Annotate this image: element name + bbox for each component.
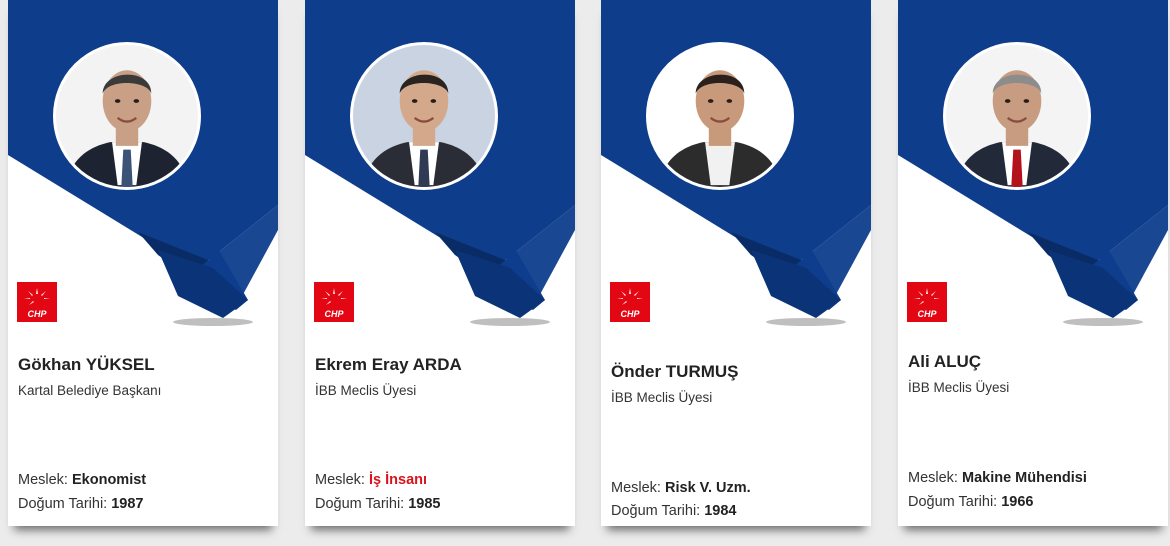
birth-label: Doğum Tarihi:	[908, 494, 998, 510]
profession-label: Meslek:	[18, 472, 68, 488]
party-logo: CHP	[610, 282, 650, 322]
birth-year: 1966	[1001, 494, 1034, 510]
party-logo: CHP	[314, 282, 354, 322]
profession-value: Makine Mühendisi	[962, 470, 1087, 486]
candidate-name: Ekrem Eray ARDA	[315, 355, 462, 374]
birth-label: Doğum Tarihi:	[18, 496, 108, 512]
profession-value: İş İnsanı	[369, 472, 428, 488]
profession-label: Meslek:	[908, 470, 958, 486]
party-logo: CHP	[17, 282, 57, 322]
profession-line: Meslek: Ekonomist	[18, 472, 146, 488]
birth-line: Doğum Tarihi: 1985	[315, 496, 441, 512]
profession-value: Ekonomist	[72, 472, 147, 488]
birth-label: Doğum Tarihi:	[611, 503, 701, 519]
candidate-card: CHP Gökhan YÜKSEL Kartal Belediye Başkan…	[8, 0, 278, 526]
candidate-photo	[53, 42, 201, 190]
birth-line: Doğum Tarihi: 1984	[611, 503, 737, 519]
logo-text: CHP	[324, 309, 344, 319]
candidate-card: CHP Ekrem Eray ARDA İBB Meclis Üyesi Mes…	[305, 0, 575, 526]
profession-line: Meslek: Risk V. Uzm.	[611, 480, 751, 496]
birth-line: Doğum Tarihi: 1966	[908, 494, 1034, 510]
logo-text: CHP	[620, 309, 640, 319]
candidate-card: CHP Ali ALUÇ İBB Meclis Üyesi Meslek: Ma…	[898, 0, 1168, 526]
profession-line: Meslek: Makine Mühendisi	[908, 470, 1087, 486]
candidate-photo	[943, 42, 1091, 190]
candidate-card: CHP Önder TURMUŞ İBB Meclis Üyesi Meslek…	[601, 0, 871, 526]
candidate-role: İBB Meclis Üyesi	[315, 383, 417, 398]
profession-label: Meslek:	[315, 472, 365, 488]
profession-label: Meslek:	[611, 480, 661, 496]
candidate-name: Ali ALUÇ	[908, 352, 982, 371]
candidate-role: İBB Meclis Üyesi	[908, 380, 1010, 395]
logo-text: CHP	[27, 309, 47, 319]
candidate-role: Kartal Belediye Başkanı	[18, 383, 162, 398]
party-logo: CHP	[907, 282, 947, 322]
candidate-role: İBB Meclis Üyesi	[611, 390, 713, 405]
birth-line: Doğum Tarihi: 1987	[18, 496, 144, 512]
logo-text: CHP	[917, 309, 937, 319]
birth-year: 1985	[408, 496, 441, 512]
candidate-photo	[646, 42, 794, 190]
candidate-name: Önder TURMUŞ	[611, 362, 739, 381]
birth-year: 1984	[704, 503, 737, 519]
profession-line: Meslek: İş İnsanı	[315, 472, 427, 488]
birth-year: 1987	[111, 496, 144, 512]
candidate-name: Gökhan YÜKSEL	[18, 355, 155, 374]
profession-value: Risk V. Uzm.	[665, 480, 751, 496]
candidate-photo	[350, 42, 498, 190]
birth-label: Doğum Tarihi:	[315, 496, 405, 512]
